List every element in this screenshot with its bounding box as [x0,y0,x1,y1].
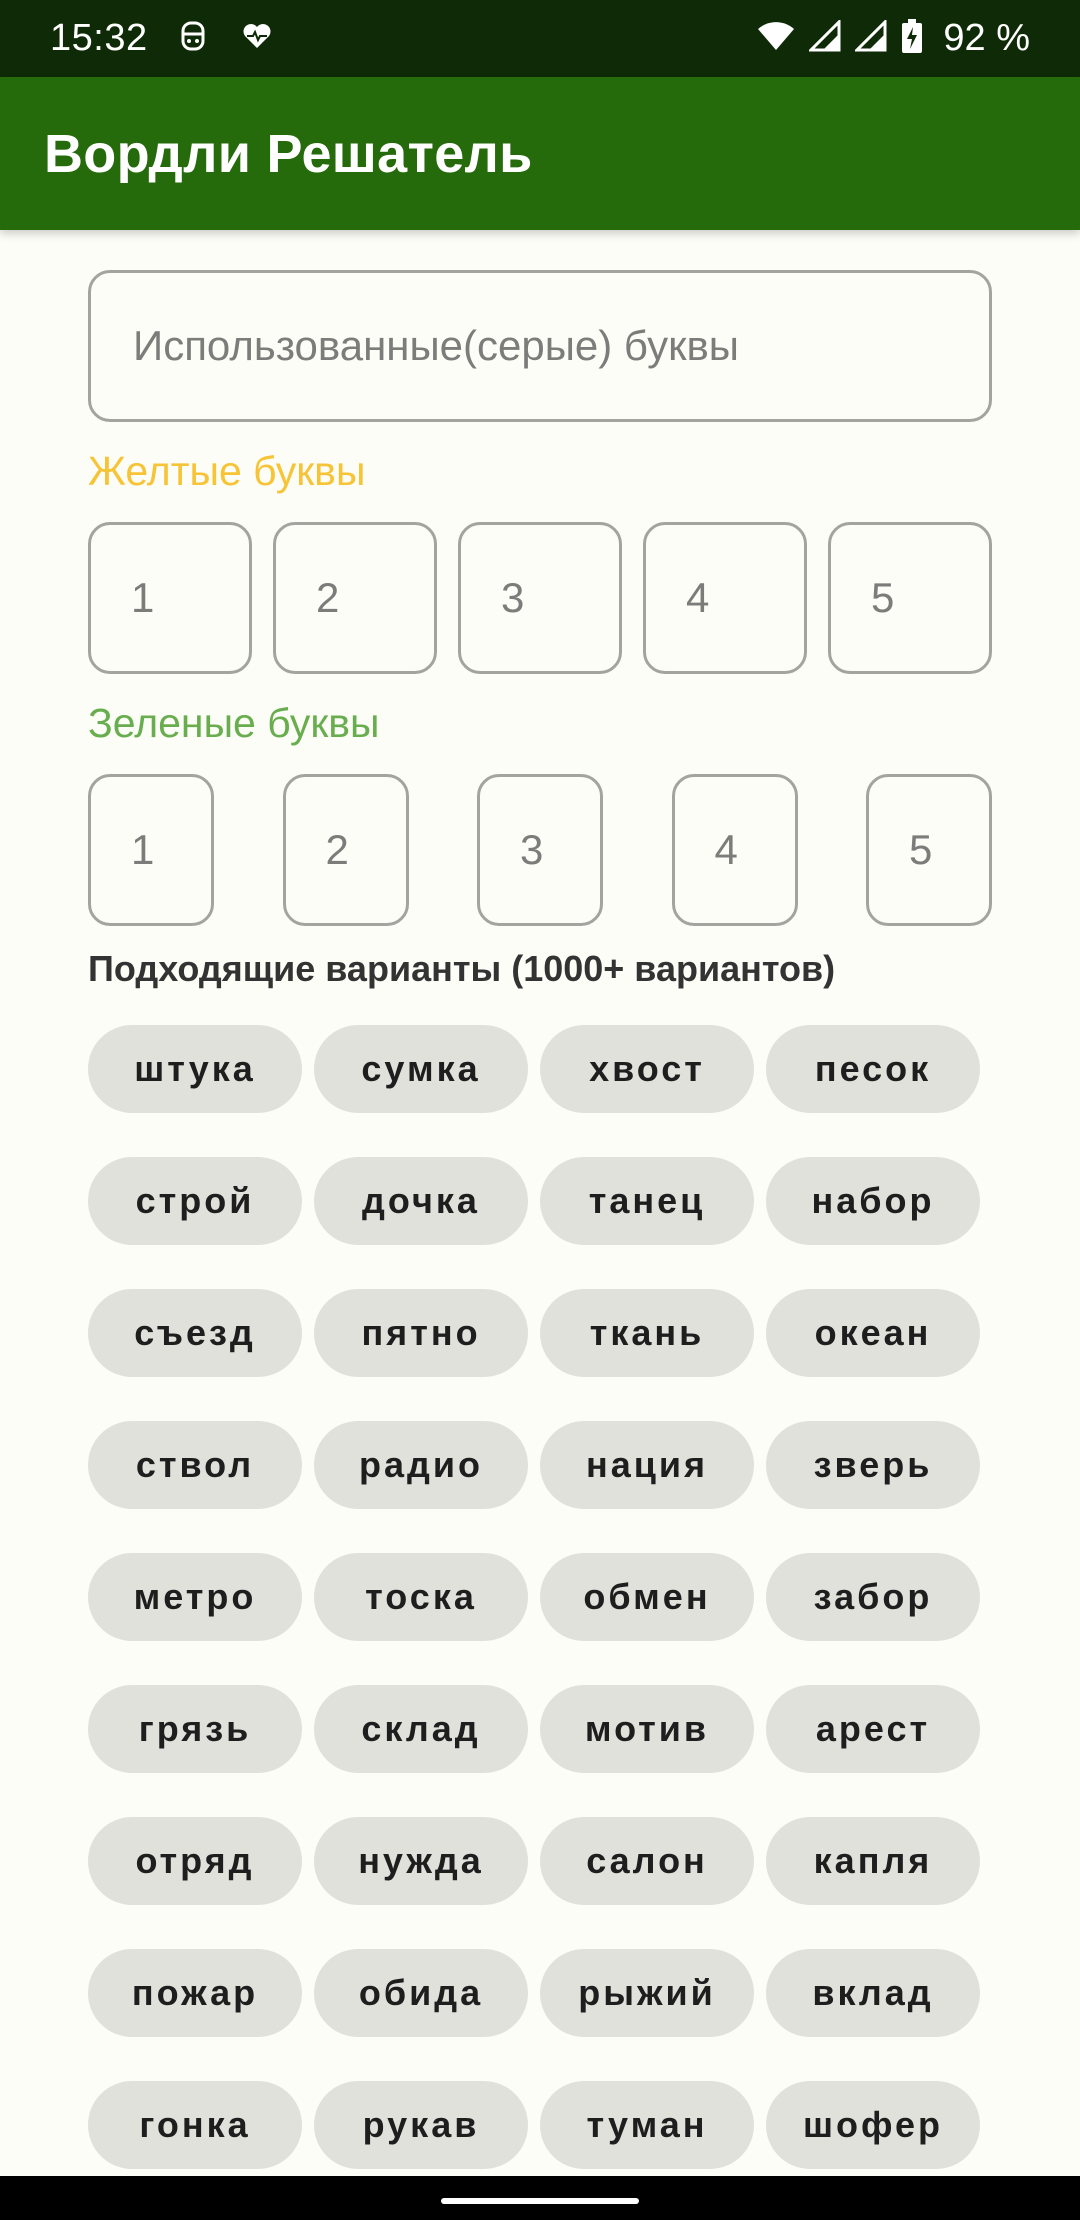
word-chip[interactable]: обида [314,1949,528,2037]
status-system-icons: 92 % [757,17,1030,60]
yellow-letters-row [88,522,992,674]
signal-icon [807,18,841,57]
gray-letters-input[interactable] [88,270,992,422]
word-chip[interactable]: капля [766,1817,980,1905]
word-chip[interactable]: пятно [314,1289,528,1377]
word-chip[interactable]: нация [540,1421,754,1509]
yellow-slot-5[interactable] [828,522,992,674]
word-chip[interactable]: гонка [88,2081,302,2169]
home-gesture-handle[interactable] [441,2198,639,2204]
word-chip[interactable]: метро [88,1553,302,1641]
word-chip[interactable]: шофер [766,2081,980,2169]
yellow-slot-2[interactable] [273,522,437,674]
results-title: Подходящие варианты (1000+ вариантов) [88,948,836,989]
yellow-slot-1[interactable] [88,522,252,674]
word-chip[interactable]: нужда [314,1817,528,1905]
word-chip[interactable]: ствол [88,1421,302,1509]
screen: 15:32 92 % Вордли Решатель Использованны… [0,0,1080,2220]
word-chip[interactable]: вклад [766,1949,980,2037]
word-chip[interactable]: строй [88,1157,302,1245]
word-chip[interactable]: салон [540,1817,754,1905]
heart-icon [242,22,272,55]
word-chip[interactable]: штука [88,1025,302,1113]
word-chip[interactable]: рыжий [540,1949,754,2037]
battery-charging-icon [901,18,923,59]
word-chip[interactable]: грязь [88,1685,302,1773]
word-chip[interactable]: рукав [314,2081,528,2169]
word-chip[interactable]: зверь [766,1421,980,1509]
word-chip[interactable]: арест [766,1685,980,1773]
status-notification-icons [178,19,272,58]
word-chip[interactable]: мотив [540,1685,754,1773]
word-chip[interactable]: ткань [540,1289,754,1377]
word-chip[interactable]: съезд [88,1289,302,1377]
word-chip[interactable]: танец [540,1157,754,1245]
navigation-bar [0,2176,1080,2220]
status-bar: 15:32 92 % [0,0,1080,77]
word-chip[interactable]: забор [766,1553,980,1641]
status-time: 15:32 [50,17,148,59]
yellow-letters-label: Желтые буквы [88,448,366,494]
word-chip[interactable]: набор [766,1157,980,1245]
word-chip[interactable]: туман [540,2081,754,2169]
word-chip[interactable]: пожар [88,1949,302,2037]
green-letters-row [88,774,992,926]
word-chip[interactable]: хвост [540,1025,754,1113]
yellow-slot-3[interactable] [458,522,622,674]
word-chip[interactable]: океан [766,1289,980,1377]
face-icon [178,19,208,58]
word-chip[interactable]: обмен [540,1553,754,1641]
green-letters-label: Зеленые буквы [88,700,380,746]
word-chip[interactable]: дочка [314,1157,528,1245]
battery-percentage: 92 % [943,17,1030,59]
green-slot-3[interactable] [477,774,603,926]
green-slot-1[interactable] [88,774,214,926]
green-slot-5[interactable] [866,774,992,926]
word-chip[interactable]: песок [766,1025,980,1113]
green-slot-4[interactable] [671,774,798,926]
word-chip[interactable]: радио [314,1421,528,1509]
green-slot-2[interactable] [282,774,409,926]
signal-icon [853,18,887,57]
word-chip[interactable]: сумка [314,1025,528,1113]
word-chip[interactable]: склад [314,1685,528,1773]
yellow-slot-4[interactable] [643,522,807,674]
app-title: Вордли Решатель [44,123,533,184]
wifi-icon [757,21,795,56]
word-chip[interactable]: тоска [314,1553,528,1641]
app-bar: Вордли Решатель [0,77,1080,230]
word-chip[interactable]: отряд [88,1817,302,1905]
word-chips-grid: штука сумка хвост песок строй дочка тане… [88,1025,992,2169]
